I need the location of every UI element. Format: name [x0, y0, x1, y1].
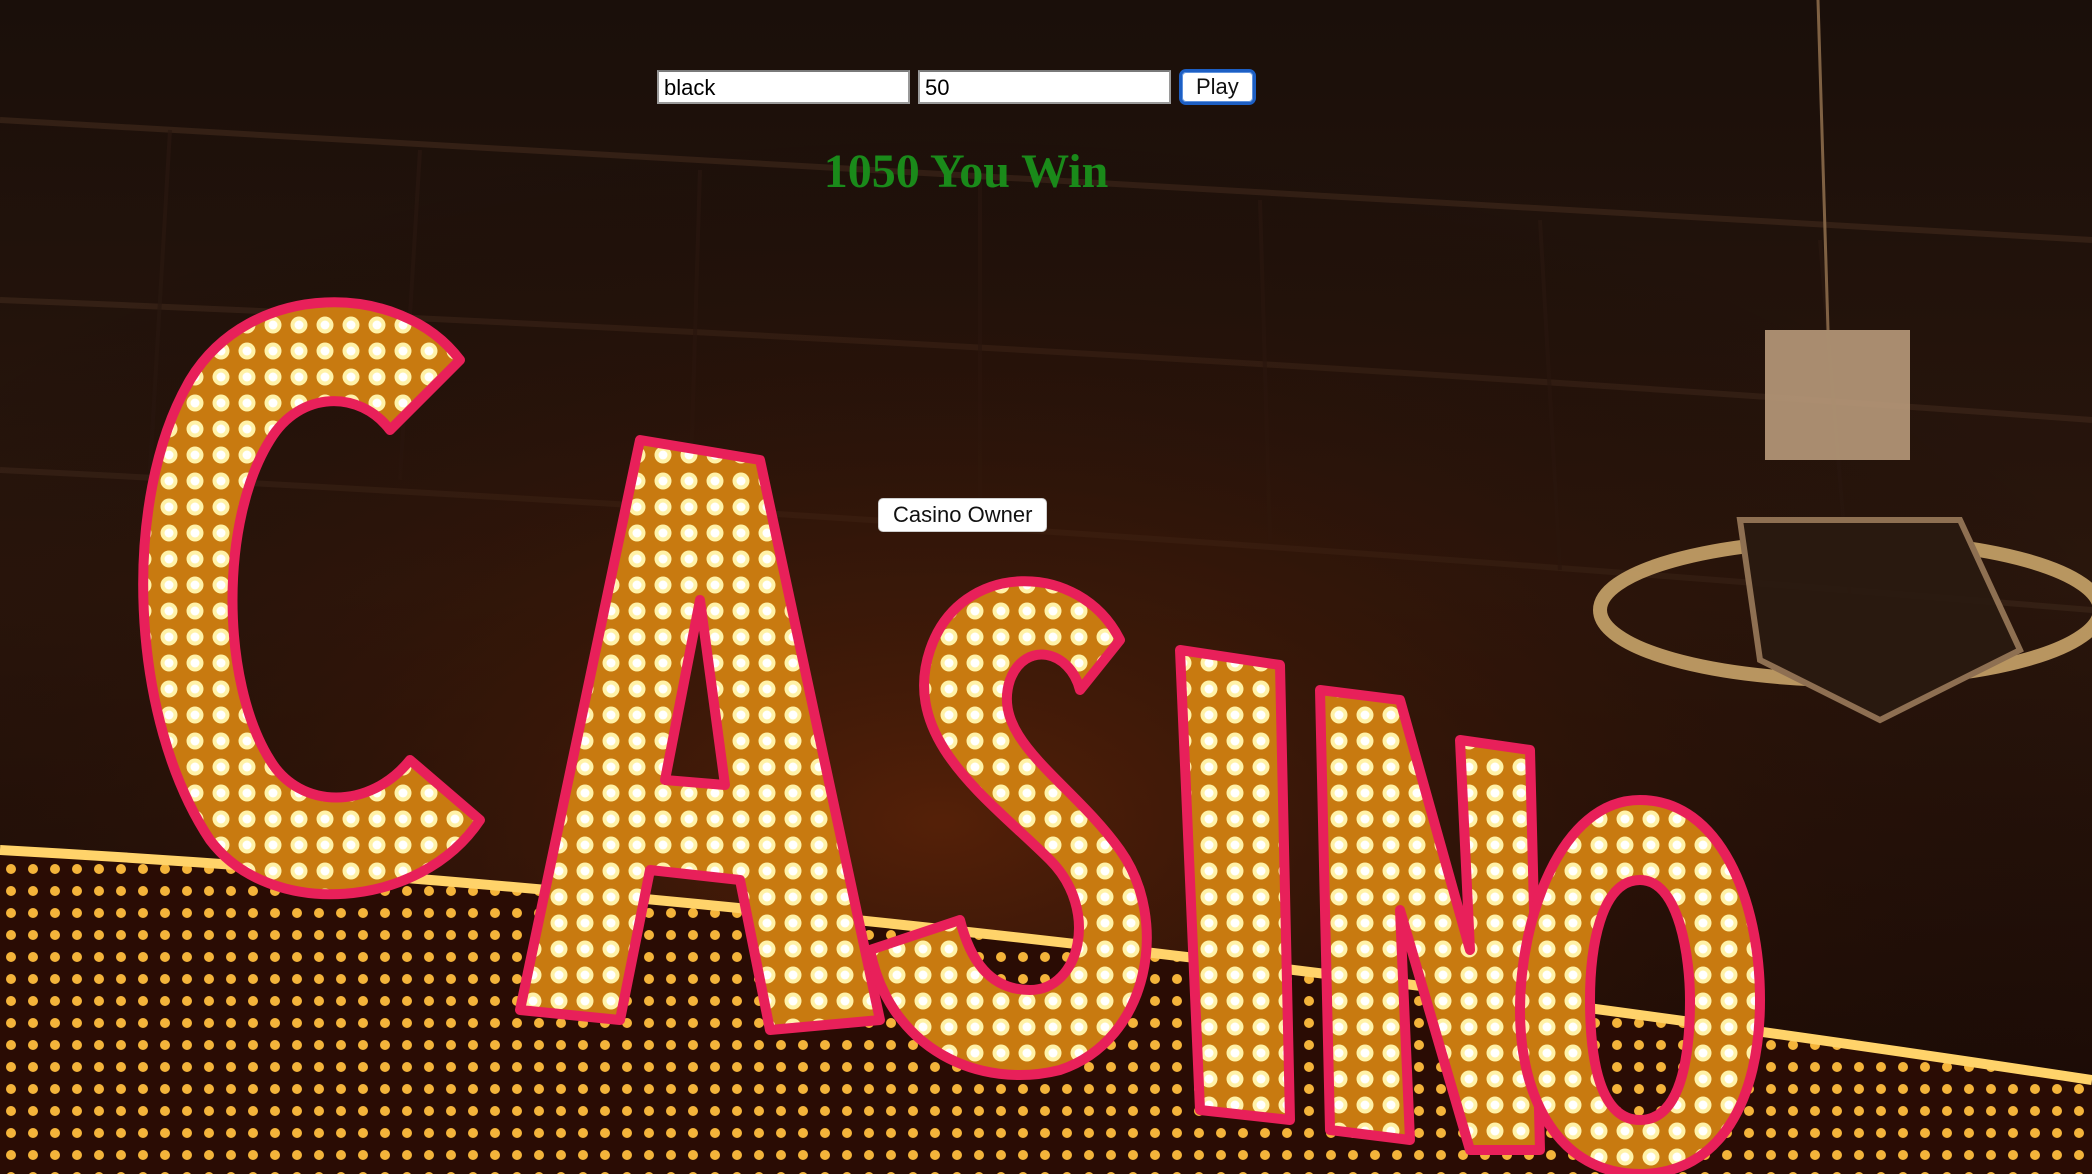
casino-page: Play 1050 You Win Casino Owner: [0, 0, 2092, 1174]
bet-amount-input[interactable]: [918, 70, 1171, 104]
bet-form: Play: [657, 69, 1256, 105]
casino-owner-button[interactable]: Casino Owner: [878, 498, 1048, 532]
bet-color-input[interactable]: [657, 70, 910, 104]
result-message: 1050 You Win: [823, 145, 1109, 198]
play-button[interactable]: Play: [1179, 69, 1256, 105]
